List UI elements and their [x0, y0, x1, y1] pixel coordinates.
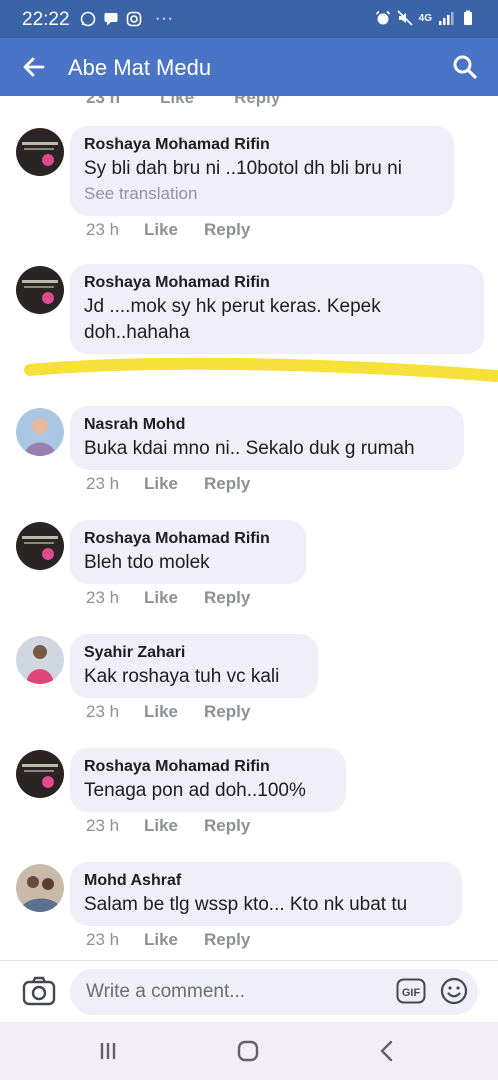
like-button[interactable]: Like — [144, 220, 204, 240]
comment-feed[interactable]: 23 h Like Reply Roshaya Mohamad Rifin Sy… — [0, 96, 498, 960]
comment-time: 23 h — [86, 588, 120, 607]
comment-bubble: Roshaya Mohamad Rifin Tenaga pon ad doh.… — [70, 748, 346, 812]
gif-icon[interactable]: GIF — [396, 978, 426, 1004]
search-icon[interactable] — [452, 54, 478, 80]
gif-label: GIF — [402, 987, 421, 999]
back-arrow-icon[interactable] — [22, 55, 46, 79]
comment-author[interactable]: Mohd Ashraf — [84, 870, 448, 892]
comment-text: Tenaga pon ad doh..100% — [84, 780, 306, 801]
see-translation-link[interactable]: See translation — [84, 182, 440, 206]
comment-author[interactable]: Roshaya Mohamad Rifin — [84, 756, 332, 778]
reply-button[interactable]: Reply — [204, 930, 250, 950]
system-back-icon[interactable] — [374, 1038, 400, 1064]
home-icon[interactable] — [235, 1038, 261, 1064]
like-button[interactable]: Like — [160, 96, 194, 108]
mute-icon — [397, 10, 413, 26]
app-bar: Abe Mat Medu — [0, 38, 498, 96]
emoji-icon[interactable] — [440, 977, 468, 1005]
comment-bubble: Syahir Zahari Kak roshaya tuh vc kali — [70, 634, 318, 698]
reply-button[interactable]: Reply — [204, 474, 250, 494]
recent-apps-icon[interactable] — [95, 1038, 121, 1064]
comment-author[interactable]: Syahir Zahari — [84, 642, 304, 664]
comment-actions: 23 h Like Reply — [86, 474, 250, 494]
comment-actions: 23 h Like Reply — [86, 930, 250, 950]
comment-bubble: Roshaya Mohamad Rifin Bleh tdo molek — [70, 520, 306, 584]
comment-author[interactable]: Roshaya Mohamad Rifin — [84, 528, 292, 550]
more-notifications-dots: ··· — [155, 10, 174, 27]
message-icon — [104, 13, 118, 26]
partial-comment-actions: 23 h Like Reply — [86, 96, 280, 108]
comment-text: Jd ....mok sy hk perut keras. Kepek doh.… — [84, 296, 381, 343]
comment-bubble: Roshaya Mohamad Rifin Jd ....mok sy hk p… — [70, 264, 484, 354]
status-bar: 22:22 ··· 4G — [0, 0, 498, 38]
whatsapp-icon — [80, 11, 96, 27]
comment-text: Salam be tlg wssp kto... Kto nk ubat tu — [84, 894, 408, 915]
avatar[interactable] — [16, 266, 64, 314]
like-button[interactable]: Like — [144, 816, 204, 836]
avatar[interactable] — [16, 522, 64, 570]
comment-time: 23 h — [86, 816, 120, 835]
reply-button[interactable]: Reply — [204, 220, 250, 240]
comment-time: 23 h — [86, 474, 120, 493]
highlight-marker-stroke — [24, 357, 498, 382]
reply-button[interactable]: Reply — [204, 816, 250, 836]
like-button[interactable]: Like — [144, 588, 204, 608]
like-button[interactable]: Like — [144, 474, 204, 494]
reply-button[interactable]: Reply — [204, 702, 250, 722]
comment-composer: Write a comment... GIF — [0, 960, 498, 1022]
comment-time: 23 h — [86, 930, 120, 949]
page-title: Abe Mat Medu — [68, 55, 212, 80]
battery-icon — [464, 10, 472, 25]
comment-time: 23 h — [86, 702, 120, 721]
alarm-icon — [375, 10, 390, 25]
avatar[interactable] — [16, 408, 64, 456]
comment-text: Buka kdai mno ni.. Sekalo duk g rumah — [84, 438, 415, 459]
network-type: 4G — [418, 12, 432, 24]
system-nav-bar — [0, 1022, 498, 1080]
comment-actions: 23 h Like Reply — [86, 588, 250, 608]
camera-icon[interactable] — [22, 975, 56, 1007]
comment-input-placeholder: Write a comment... — [86, 981, 246, 1002]
comment-author[interactable]: Roshaya Mohamad Rifin — [84, 272, 470, 294]
avatar[interactable] — [16, 864, 64, 912]
reply-button[interactable]: Reply — [204, 588, 250, 608]
comment-actions: 23 h Like Reply — [86, 816, 250, 836]
avatar[interactable] — [16, 750, 64, 798]
comment-author[interactable]: Nasrah Mohd — [84, 414, 450, 436]
comment-bubble: Roshaya Mohamad Rifin Sy bli dah bru ni … — [70, 126, 454, 216]
comment-input[interactable]: Write a comment... GIF — [70, 969, 478, 1015]
comment-bubble: Mohd Ashraf Salam be tlg wssp kto... Kto… — [70, 862, 462, 926]
comment-text: Kak roshaya tuh vc kali — [84, 666, 280, 687]
like-button[interactable]: Like — [144, 930, 204, 950]
comment-actions: 23 h Like Reply — [86, 220, 250, 240]
reply-button[interactable]: Reply — [234, 96, 280, 108]
instagram-icon — [126, 11, 142, 27]
status-time: 22:22 — [22, 9, 70, 30]
comment-time: 23 h — [86, 96, 121, 107]
comment-time: 23 h — [86, 220, 120, 239]
comment-text: Sy bli dah bru ni ..10botol dh bli bru n… — [84, 158, 402, 179]
avatar[interactable] — [16, 636, 64, 684]
avatar[interactable] — [16, 128, 64, 176]
comment-text: Bleh tdo molek — [84, 552, 210, 573]
comment-bubble: Nasrah Mohd Buka kdai mno ni.. Sekalo du… — [70, 406, 464, 470]
comment-actions: 23 h Like Reply — [86, 702, 250, 722]
signal-icon — [439, 12, 454, 25]
comment-author[interactable]: Roshaya Mohamad Rifin — [84, 134, 440, 156]
like-button[interactable]: Like — [144, 702, 204, 722]
